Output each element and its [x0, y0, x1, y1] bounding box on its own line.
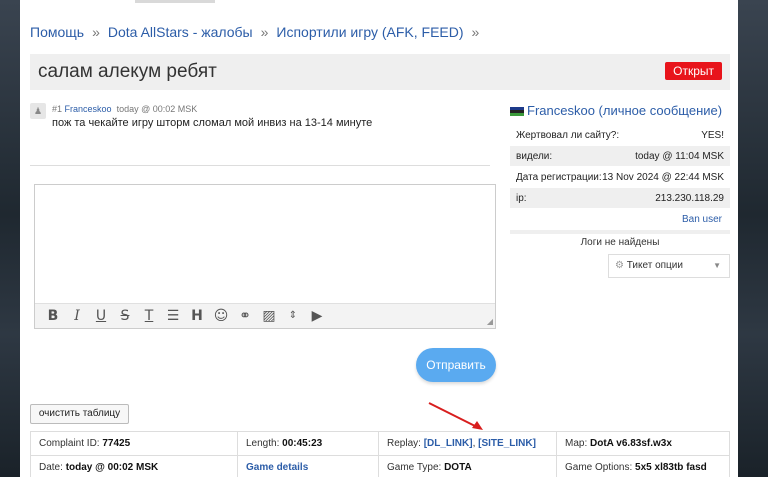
background-right: [738, 0, 768, 477]
background-left: [0, 0, 20, 477]
page: Помощь» Dota AllStars - жалобы» Испортили …: [20, 0, 738, 477]
annotation-arrow-icon: [428, 402, 483, 430]
